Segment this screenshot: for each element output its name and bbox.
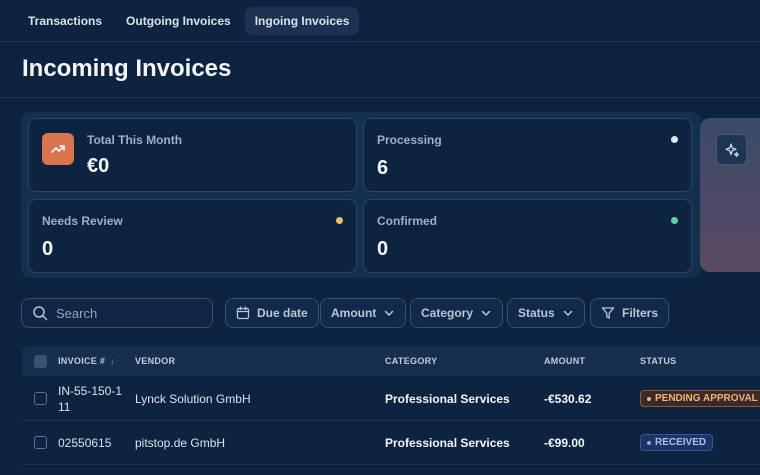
search-icon — [33, 306, 48, 321]
column-vendor-header: VENDOR — [135, 356, 176, 366]
stat-card-total: Total This Month €0 — [28, 118, 357, 192]
filter-label: Status — [518, 306, 555, 320]
column-label: INVOICE # — [58, 356, 106, 366]
stat-label: Needs Review — [42, 214, 123, 228]
stat-card-confirmed: Confirmed 0 — [363, 199, 692, 273]
status-badge: RECEIVED — [640, 434, 714, 451]
filter-label: Filters — [622, 306, 659, 320]
more-filters-button[interactable]: Filters — [590, 298, 670, 328]
divider — [0, 97, 760, 98]
trending-up-icon — [42, 133, 74, 165]
amount-filter-button[interactable]: Amount — [320, 298, 407, 328]
invoice-number: 02550615 — [58, 436, 112, 450]
amount-value: -€99.00 — [544, 436, 585, 450]
filter-label: Due date — [257, 306, 308, 320]
table-header: INVOICE # ↓ VENDOR CATEGORY AMOUNT STATU… — [22, 346, 760, 376]
row-checkbox[interactable] — [34, 392, 47, 405]
sort-arrow-icon: ↓ — [110, 356, 115, 366]
chevron-down-icon — [563, 310, 572, 316]
vendor-name: Lynck Solution GmbH — [135, 392, 251, 406]
category-value: Professional Services — [385, 436, 510, 450]
stats-panel: Total This Month €0 Processing 6 Needs R… — [21, 112, 701, 278]
calendar-icon — [236, 306, 250, 320]
vendor-name: pitstop.de GmbH — [135, 436, 226, 450]
filter-label: Amount — [331, 306, 377, 320]
category-filter-button[interactable]: Category — [410, 298, 504, 328]
status-text: RECEIVED — [655, 437, 707, 448]
stat-label: Processing — [377, 133, 442, 147]
page-title: Incoming Invoices — [22, 55, 232, 82]
due-date-filter-button[interactable]: Due date — [225, 298, 319, 328]
table-row[interactable]: IN-55-150-1 11 Lynck Solution GmbH Profe… — [22, 376, 760, 421]
status-dot — [671, 217, 678, 224]
chevron-down-icon — [385, 310, 394, 316]
status-text: PENDING APPROVAL — [655, 393, 758, 404]
sparkle-button[interactable] — [716, 134, 747, 165]
status-badge: PENDING APPROVAL — [640, 390, 760, 407]
invoice-number: IN-55-150-1 11 — [58, 384, 123, 414]
column-invoice-header[interactable]: INVOICE # ↓ — [58, 356, 115, 366]
tab-ingoing-invoices[interactable]: Ingoing Invoices — [244, 6, 360, 35]
category-value: Professional Services — [385, 392, 510, 406]
status-dot — [336, 217, 343, 224]
stat-label: Confirmed — [377, 214, 437, 228]
stat-value: 6 — [377, 157, 389, 179]
top-tabs: Transactions Outgoing Invoices Ingoing I… — [0, 0, 760, 42]
sparkle-icon — [724, 142, 739, 157]
stat-value: 0 — [377, 238, 389, 260]
amount-value: -€530.62 — [544, 392, 592, 406]
stat-value: 0 — [42, 238, 54, 260]
status-dot — [647, 396, 651, 401]
status-filter-button[interactable]: Status — [507, 298, 585, 328]
select-all-checkbox[interactable] — [34, 355, 47, 368]
search-box[interactable] — [21, 298, 213, 328]
row-checkbox[interactable] — [34, 436, 47, 449]
search-input[interactable] — [56, 305, 196, 321]
stat-card-needs-review: Needs Review 0 — [28, 199, 357, 273]
table-row[interactable]: 02550615 pitstop.de GmbH Professional Se… — [22, 421, 760, 465]
tab-outgoing-invoices[interactable]: Outgoing Invoices — [116, 7, 241, 35]
filter-label: Category — [421, 306, 474, 320]
column-status-header: STATUS — [640, 356, 677, 366]
status-dot — [647, 440, 651, 445]
chevron-down-icon — [481, 310, 491, 316]
ai-panel — [700, 118, 760, 272]
stat-value: €0 — [87, 155, 110, 177]
filter-icon — [601, 307, 615, 319]
stat-label: Total This Month — [87, 133, 183, 147]
status-dot — [671, 136, 678, 143]
tab-transactions[interactable]: Transactions — [18, 7, 112, 35]
column-amount-header: AMOUNT — [544, 356, 586, 366]
column-category-header: CATEGORY — [385, 356, 438, 366]
stat-card-processing: Processing 6 — [363, 118, 692, 192]
